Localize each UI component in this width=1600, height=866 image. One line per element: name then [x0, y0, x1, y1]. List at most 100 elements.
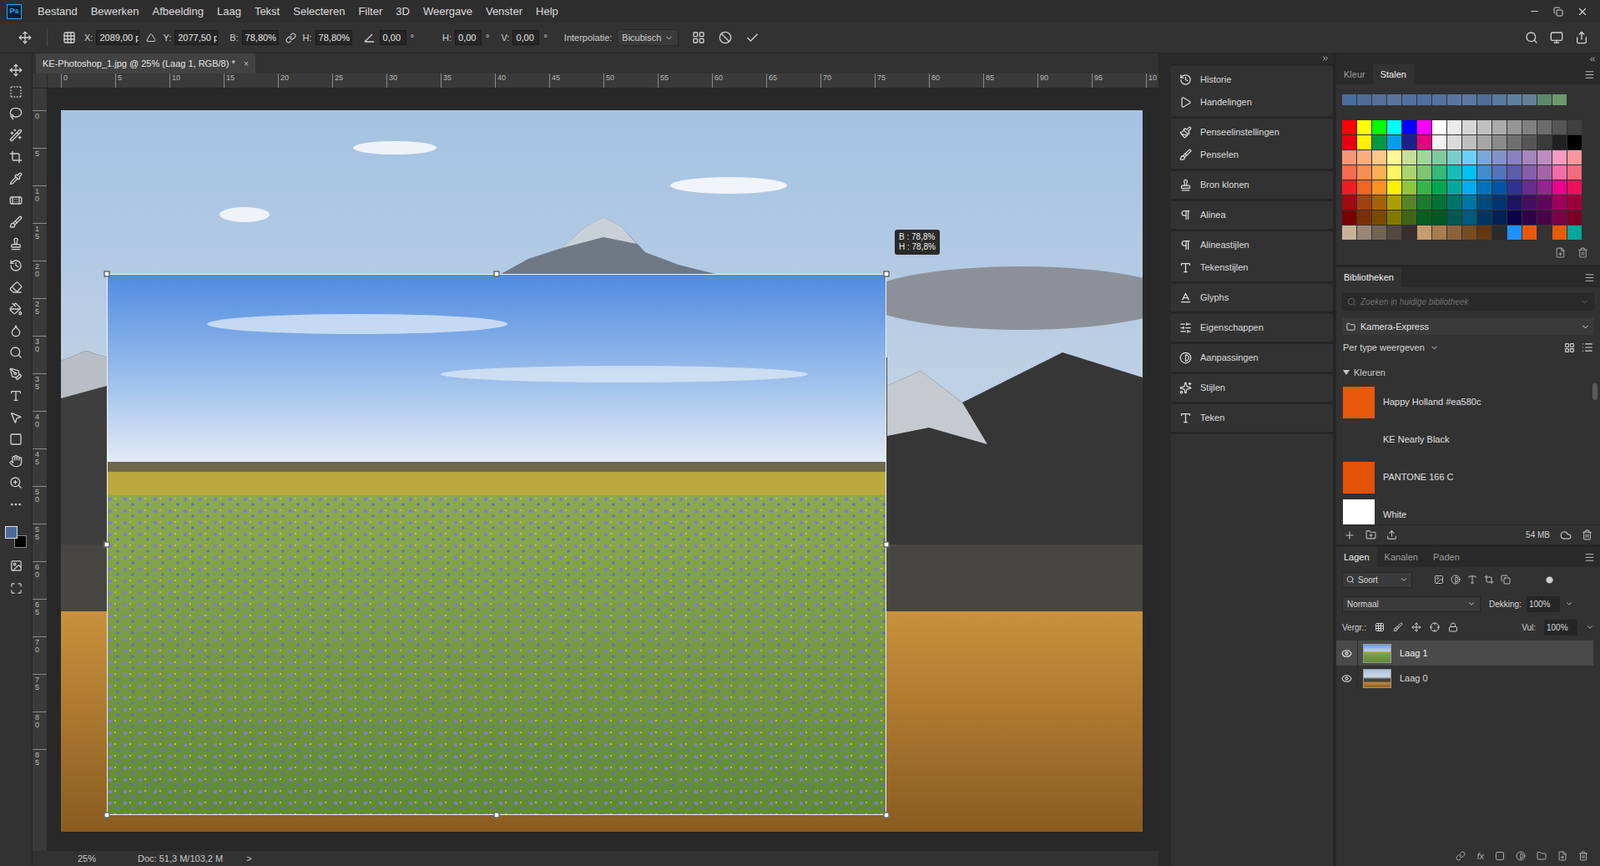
swatch[interactable]: [1507, 165, 1522, 180]
filter-type-icon[interactable]: [1467, 574, 1478, 585]
panel-tab[interactable]: Paden: [1425, 546, 1468, 567]
menu-item[interactable]: Laag: [217, 3, 242, 21]
numeric-field[interactable]: 78,80%: [242, 30, 279, 46]
link-layers-icon[interactable]: [1455, 850, 1466, 861]
lasso-tool-icon[interactable]: [9, 106, 23, 121]
library-color[interactable]: White: [1336, 495, 1600, 525]
swatch[interactable]: [1477, 180, 1492, 195]
transform-handle[interactable]: [883, 541, 890, 548]
swatch[interactable]: [1342, 180, 1357, 195]
canvas[interactable]: B : 78,8%H : 78,8%: [47, 88, 1159, 851]
swatch[interactable]: [1417, 180, 1432, 195]
swatch[interactable]: [1492, 165, 1507, 180]
reference-point-icon[interactable]: [62, 30, 76, 45]
dock-item[interactable]: Historie: [1170, 68, 1333, 91]
transform-handle[interactable]: [883, 812, 890, 818]
menu-item[interactable]: Help: [535, 3, 559, 21]
swatch[interactable]: [1477, 195, 1492, 210]
swatch[interactable]: [1402, 180, 1417, 195]
swatch[interactable]: [1492, 180, 1507, 195]
swatch[interactable]: [1387, 120, 1402, 135]
library-color[interactable]: KE Nearly Black: [1336, 420, 1600, 459]
swatch[interactable]: [1357, 225, 1372, 240]
clone-stamp-tool-icon[interactable]: [9, 237, 23, 251]
hand-tool-icon[interactable]: [9, 454, 23, 468]
panel-tab[interactable]: Stalen: [1372, 64, 1414, 85]
document-tab[interactable]: KE-Photoshop_1.jpg @ 25% (Laag 1, RGB/8)…: [35, 53, 256, 74]
trash-icon[interactable]: [1577, 247, 1589, 258]
swatch[interactable]: [1357, 180, 1372, 195]
panel-menu-icon[interactable]: [1584, 551, 1595, 563]
path-selection-tool-icon[interactable]: [9, 410, 23, 424]
transform-tool-icon[interactable]: [18, 30, 32, 45]
swatch[interactable]: [1402, 210, 1417, 225]
dock-item[interactable]: Tekenstijlen: [1170, 256, 1333, 279]
blend-mode-dropdown[interactable]: Normaal: [1342, 595, 1481, 612]
numeric-field[interactable]: 0,00: [454, 30, 482, 46]
swatch[interactable]: [1522, 180, 1537, 195]
swatch[interactable]: [1417, 210, 1432, 225]
recent-swatch[interactable]: [1552, 94, 1567, 106]
swatch[interactable]: [1522, 210, 1537, 225]
swatch[interactable]: [1387, 165, 1402, 180]
swatch[interactable]: [1387, 150, 1402, 165]
swatch[interactable]: [1342, 195, 1357, 210]
menu-item[interactable]: Bewerken: [90, 3, 140, 21]
swatch[interactable]: [1447, 180, 1462, 195]
recent-swatch[interactable]: [1462, 94, 1477, 106]
swatch[interactable]: [1492, 195, 1507, 210]
recent-swatch[interactable]: [1372, 94, 1387, 106]
recent-swatch[interactable]: [1537, 94, 1552, 106]
numeric-field[interactable]: 2077,50 p: [174, 30, 218, 46]
dock-item[interactable]: Bron klonen: [1170, 173, 1333, 197]
upload-icon[interactable]: [1386, 529, 1398, 541]
menu-item[interactable]: Selecteren: [292, 3, 345, 21]
search-icon[interactable]: [1524, 30, 1539, 45]
swatch[interactable]: [1492, 150, 1507, 165]
swatch[interactable]: [1432, 210, 1447, 225]
menu-item[interactable]: Weergave: [423, 3, 473, 21]
zoom-tool-icon[interactable]: [9, 475, 23, 490]
swatch[interactable]: [1432, 150, 1447, 165]
swatch[interactable]: [1357, 120, 1372, 135]
layer-row[interactable]: Laag 1: [1336, 640, 1594, 666]
swatch[interactable]: [1447, 120, 1462, 135]
menu-item[interactable]: Bestand: [37, 3, 78, 21]
swatch[interactable]: [1492, 135, 1507, 150]
eraser-tool-icon[interactable]: [9, 280, 23, 294]
cancel-icon[interactable]: [718, 30, 732, 45]
restore-icon[interactable]: [1553, 6, 1564, 17]
swatch[interactable]: [1387, 195, 1402, 210]
swatch[interactable]: [1552, 180, 1567, 195]
swatch[interactable]: [1372, 225, 1387, 240]
swatch[interactable]: [1342, 210, 1357, 225]
swatch[interactable]: [1567, 150, 1582, 165]
visibility-eye-icon[interactable]: [1341, 672, 1353, 684]
history-brush-tool-icon[interactable]: [9, 258, 23, 273]
swatch[interactable]: [1447, 165, 1462, 180]
filter-toggle-icon[interactable]: [1545, 575, 1554, 584]
swatch[interactable]: [1522, 195, 1537, 210]
marquee-tool-icon[interactable]: [9, 85, 23, 99]
swatch[interactable]: [1537, 135, 1552, 150]
swatch[interactable]: [1462, 225, 1477, 240]
swatch[interactable]: [1402, 120, 1417, 135]
dock-item[interactable]: Eigenschappen: [1170, 316, 1333, 339]
lock-transparency-icon[interactable]: [1374, 621, 1385, 632]
swatch[interactable]: [1417, 150, 1432, 165]
swatch[interactable]: [1477, 225, 1492, 240]
foreground-color[interactable]: [5, 525, 18, 539]
recent-swatch[interactable]: [1432, 94, 1447, 106]
swatch[interactable]: [1507, 120, 1522, 135]
menu-item[interactable]: Filter: [358, 3, 383, 21]
panel-menu-icon[interactable]: [1584, 69, 1595, 81]
add-mask-icon[interactable]: [1494, 850, 1505, 861]
swatch[interactable]: [1447, 195, 1462, 210]
library-color[interactable]: PANTONE 166 C: [1336, 458, 1600, 496]
close-tab-button[interactable]: ×: [243, 56, 249, 71]
new-swatch-icon[interactable]: [1554, 247, 1566, 258]
swatch[interactable]: [1417, 165, 1432, 180]
swatch[interactable]: [1567, 195, 1582, 210]
swatch[interactable]: [1432, 135, 1447, 150]
dock-item[interactable]: Stijlen: [1170, 376, 1333, 399]
